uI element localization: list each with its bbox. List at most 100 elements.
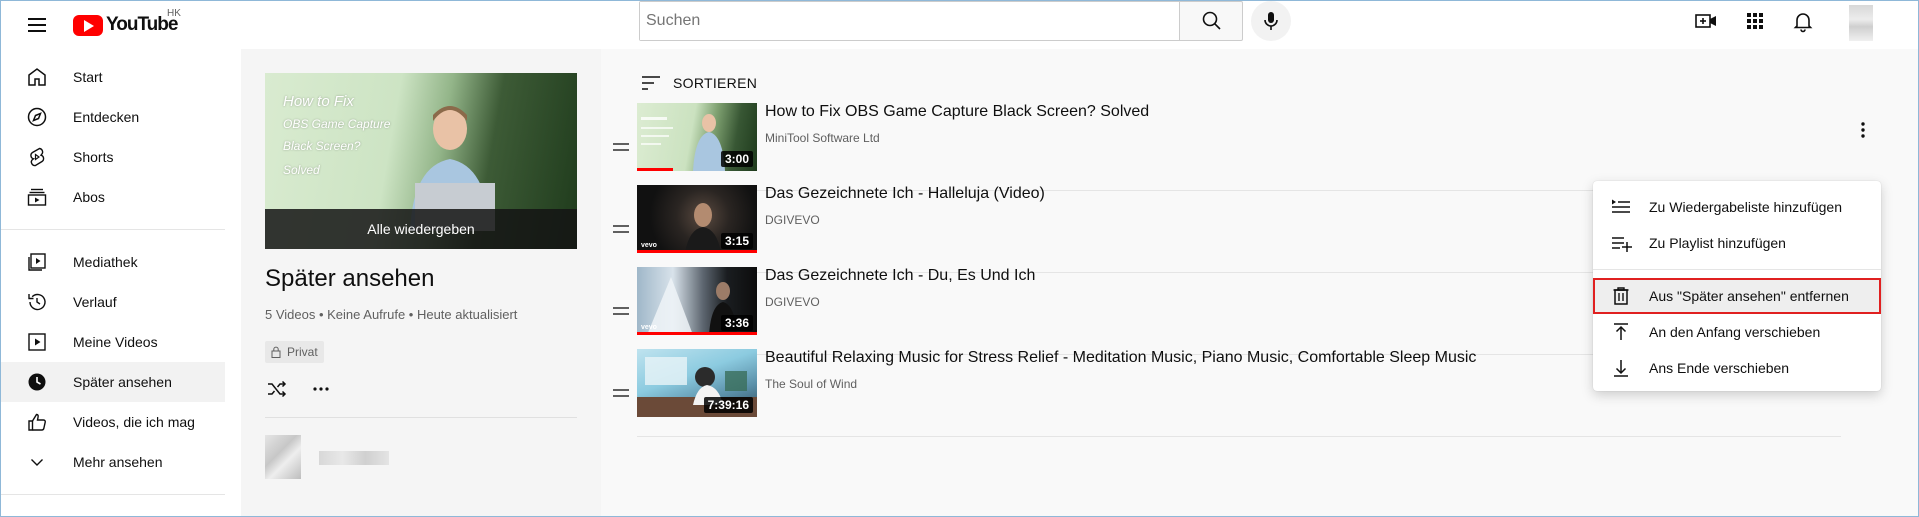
sidebar-item-label: Mehr ansehen [73,454,163,470]
create-video-icon[interactable] [1694,9,1718,33]
playlist-meta: 5 Videos • Keine Aufrufe • Heute aktuali… [265,307,518,322]
menu-item-label: Zu Wiedergabeliste hinzufügen [1649,199,1843,215]
move-to-top-icon [1609,320,1633,344]
drag-handle-icon[interactable] [611,306,631,316]
search-button[interactable] [1179,1,1243,41]
drag-handle-icon[interactable] [611,388,631,398]
menu-icon[interactable] [25,13,49,37]
voice-search-button[interactable] [1251,1,1291,41]
video-thumbnail[interactable]: 3:00 [637,103,757,171]
playlist-thumbnail[interactable]: How to Fix OBS Game Capture Black Screen… [265,73,577,249]
menu-item-move-to-bottom[interactable]: Ans Ende verschieben [1593,350,1881,386]
trash-icon [1609,284,1633,308]
sort-label: SORTIEREN [673,75,758,91]
sort-icon [642,76,660,90]
video-title[interactable]: Das Gezeichnete Ich - Du, Es Und Ich [765,267,1035,285]
sidebar-item-abos[interactable]: Abos [1,177,225,217]
sort-button[interactable]: SORTIEREN [639,71,757,95]
drag-handle-icon[interactable] [611,142,631,152]
shuffle-icon[interactable] [265,377,289,401]
thumbnail-text: How to Fix [283,93,354,110]
sidebar-item-label: Abos [73,189,105,205]
video-title[interactable]: Das Gezeichnete Ich - Halleluja (Video) [765,185,1045,203]
sidebar-item-label: Shorts [73,149,114,165]
subscriptions-icon [25,185,49,209]
menu-item-add-to-playlist[interactable]: Zu Playlist hinzufügen [1593,225,1881,261]
menu-divider [1593,269,1881,270]
video-duration: 3:00 [720,151,753,167]
sidebar-item-meine-videos[interactable]: Meine Videos [1,322,225,362]
search-box [639,1,1179,41]
sidebar-item-label: Später ansehen [73,374,172,390]
more-vertical-icon[interactable] [1851,118,1875,142]
sidebar-item-label: Entdecken [73,109,140,125]
sidebar-item-shorts[interactable]: Shorts [1,137,225,177]
watch-progress [637,250,757,253]
row-divider [637,436,1841,437]
menu-item-label: Aus "Später ansehen" entfernen [1649,288,1849,304]
video-channel[interactable]: MiniTool Software Ltd [765,131,880,145]
sidebar-item-entdecken[interactable]: Entdecken [1,97,225,137]
chevron-down-icon [25,450,49,474]
bell-icon[interactable] [1791,9,1815,33]
search-icon [1202,11,1221,30]
clock-icon [25,370,49,394]
playlist-panel: How to Fix OBS Game Capture Black Screen… [241,49,601,516]
panel-divider [265,417,577,418]
sidebar-item-mehr-ansehen[interactable]: Mehr ansehen [1,442,225,482]
sidebar: Start Entdecken Shorts Abos Mediathek Ve… [1,57,225,507]
thumbs-up-icon [25,410,49,434]
video-title[interactable]: Beautiful Relaxing Music for Stress Reli… [765,349,1476,367]
drag-handle-icon[interactable] [611,224,631,234]
play-all-button[interactable]: Alle wiedergeben [265,209,577,249]
sidebar-item-verlauf[interactable]: Verlauf [1,282,225,322]
menu-item-add-to-queue[interactable]: Zu Wiedergabeliste hinzufügen [1593,189,1881,225]
region-code: HK [167,8,181,19]
privacy-label: Privat [287,345,318,359]
video-title[interactable]: How to Fix OBS Game Capture Black Screen… [765,103,1149,121]
library-icon [25,250,49,274]
owner-avatar[interactable] [265,435,301,479]
apps-icon[interactable] [1743,9,1767,33]
playlist-title: Später ansehen [265,265,435,292]
menu-item-label: Ans Ende verschieben [1649,360,1790,376]
sidebar-item-liked-videos[interactable]: Videos, die ich mag [1,402,225,442]
video-duration: 3:15 [720,233,753,249]
thumbnail-text: Solved [283,163,320,177]
svg-text:vevo: vevo [641,324,657,331]
video-channel[interactable]: DGIVEVO [765,213,820,227]
microphone-icon [1264,12,1278,30]
menu-item-move-to-top[interactable]: An den Anfang verschieben [1593,314,1881,350]
video-thumbnail[interactable]: vevo 3:36 [637,267,757,335]
top-bar: YouTube HK [1,1,1918,49]
youtube-play-icon [73,14,103,36]
video-thumbnail[interactable]: 7:39:16 [637,349,757,417]
sidebar-item-start[interactable]: Start [1,57,225,97]
sidebar-item-spaeter-ansehen[interactable]: Später ansehen [1,362,225,402]
thumbnail-text: OBS Game Capture [283,117,391,131]
shorts-icon [25,145,49,169]
owner-name-blurred[interactable] [319,451,389,465]
sidebar-divider [1,229,225,230]
search-input[interactable] [640,2,1179,40]
video-channel[interactable]: DGIVEVO [765,295,820,309]
sidebar-item-label: Start [73,69,103,85]
video-channel[interactable]: The Soul of Wind [765,377,857,391]
compass-icon [25,105,49,129]
youtube-logo[interactable]: YouTube HK [73,8,181,39]
youtube-window: YouTube HK Suchen Start Entdecken Shorts… [0,0,1919,517]
more-horizontal-icon[interactable] [309,377,333,401]
lock-icon [271,346,281,358]
video-duration: 7:39:16 [703,397,753,413]
watch-progress [637,168,673,171]
sidebar-item-label: Verlauf [73,294,117,310]
sidebar-divider [1,494,225,495]
queue-icon [1609,195,1633,219]
menu-item-label: Zu Playlist hinzufügen [1649,235,1786,251]
sidebar-item-mediathek[interactable]: Mediathek [1,242,225,282]
menu-item-remove-from-watch-later[interactable]: Aus "Später ansehen" entfernen [1593,278,1881,314]
video-context-menu: Zu Wiedergabeliste hinzufügen Zu Playlis… [1593,181,1881,391]
account-avatar[interactable] [1849,5,1873,41]
privacy-badge[interactable]: Privat [265,341,324,363]
video-thumbnail[interactable]: vevo 3:15 [637,185,757,253]
